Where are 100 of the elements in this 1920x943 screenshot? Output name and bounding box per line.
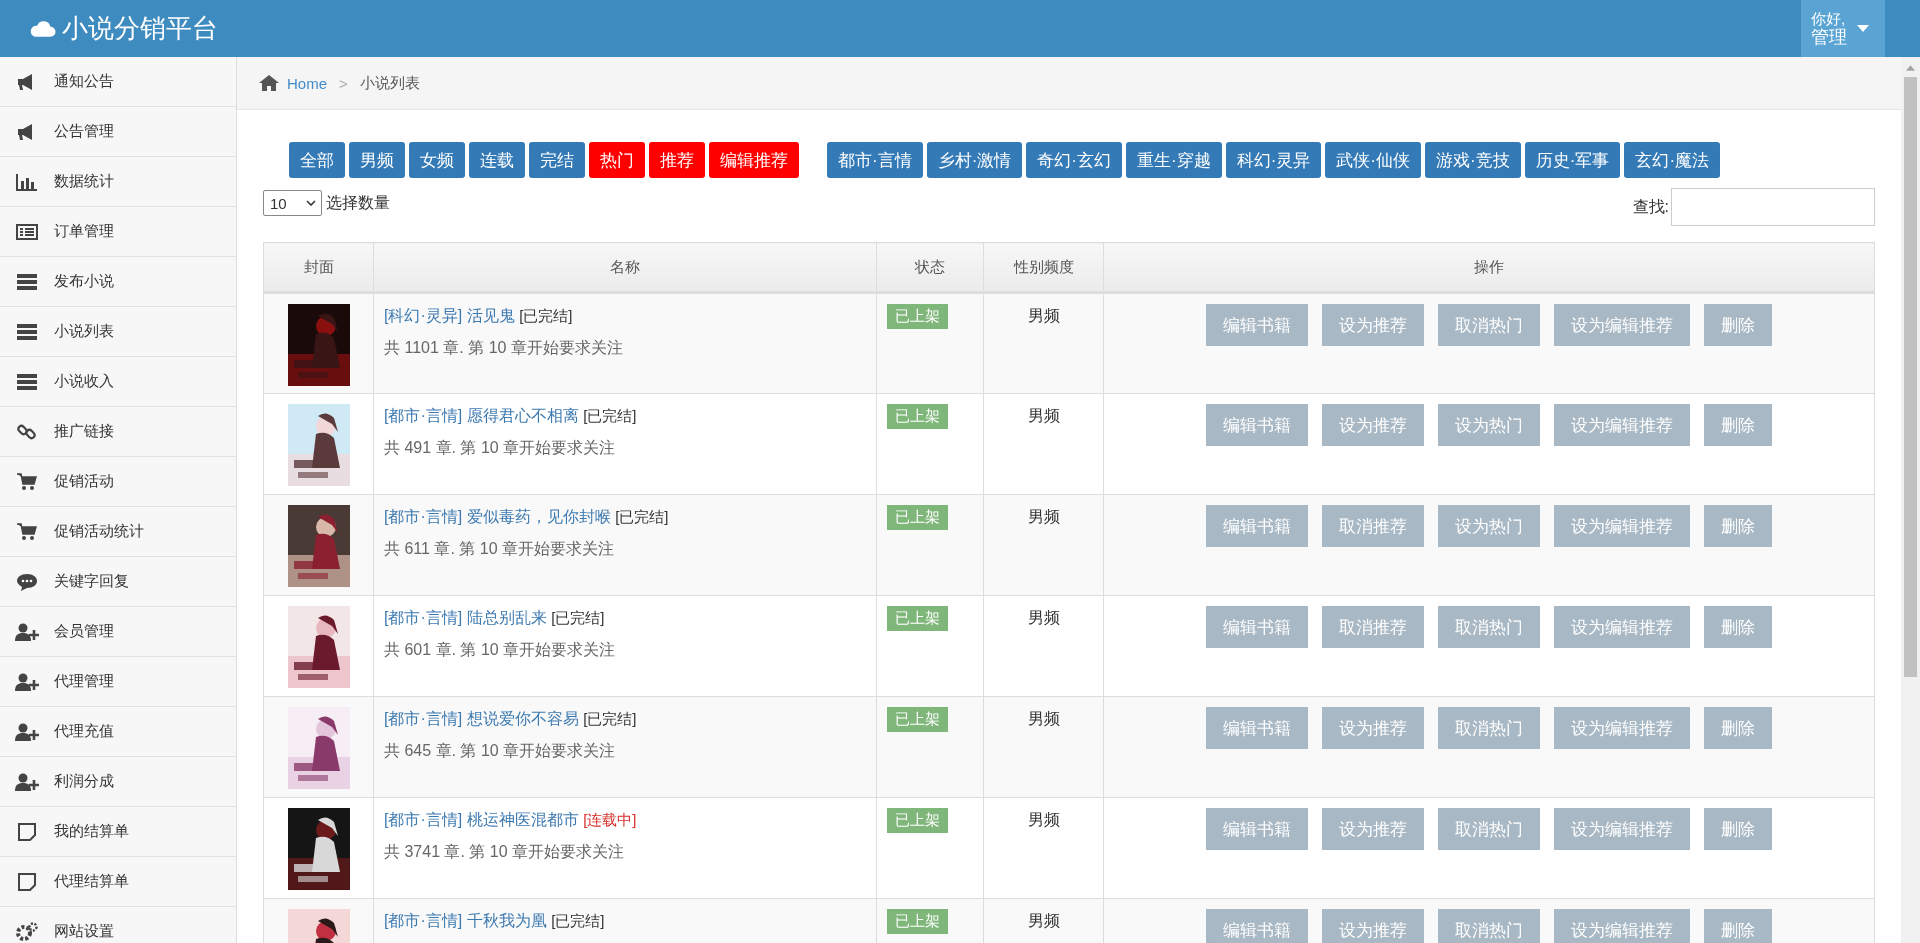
- sidebar-item[interactable]: 小说列表: [0, 307, 236, 357]
- filter-button[interactable]: 玄幻·魔法: [1624, 142, 1721, 178]
- sidebar-item[interactable]: 公告管理: [0, 107, 236, 157]
- filter-button[interactable]: 奇幻·玄幻: [1026, 142, 1122, 178]
- filter-button[interactable]: 历史·军事: [1524, 142, 1621, 178]
- action-button[interactable]: 编辑书籍: [1206, 606, 1308, 648]
- cart-icon: [17, 472, 37, 491]
- column-header: 封面: [263, 242, 374, 293]
- filter-button[interactable]: 完结: [529, 142, 585, 178]
- action-button[interactable]: 设为推荐: [1322, 909, 1424, 943]
- filter-button[interactable]: 编辑推荐: [709, 142, 799, 178]
- sidebar-item[interactable]: 通知公告: [0, 57, 236, 107]
- sidebar-item[interactable]: 会员管理: [0, 607, 236, 657]
- sidebar-item[interactable]: 数据统计: [0, 157, 236, 207]
- chapter-info: 共 3741 章. 第 10 章开始要求关注: [384, 842, 626, 862]
- breadcrumb-current: 小说列表: [359, 73, 420, 93]
- filter-button[interactable]: 都市·言情: [827, 142, 923, 178]
- filter-button[interactable]: 女频: [409, 142, 465, 178]
- filter-button[interactable]: 科幻·灵异: [1225, 142, 1322, 178]
- action-button[interactable]: 设为编辑推荐: [1554, 304, 1690, 346]
- sidebar-item[interactable]: 代理结算单: [0, 857, 236, 907]
- filter-button[interactable]: 重生·穿越: [1126, 142, 1222, 178]
- book-title: [都市·言情] 陆总别乱来 [已完结]: [384, 608, 606, 628]
- action-button[interactable]: 取消热门: [1438, 606, 1540, 648]
- action-button[interactable]: 删除: [1704, 505, 1772, 547]
- action-button[interactable]: 删除: [1704, 808, 1772, 850]
- add-user-icon: [15, 672, 39, 691]
- filter-button[interactable]: 乡村·激情: [926, 142, 1023, 178]
- action-button[interactable]: 取消推荐: [1322, 606, 1424, 648]
- action-button[interactable]: 编辑书籍: [1206, 505, 1308, 547]
- page-size-select[interactable]: 10: [263, 190, 322, 216]
- action-button[interactable]: 设为推荐: [1322, 707, 1424, 749]
- book-title: [都市·言情] 桃运神医混都市 [连载中]: [384, 810, 638, 830]
- action-button[interactable]: 设为推荐: [1322, 304, 1424, 346]
- filter-button[interactable]: 推荐: [649, 142, 705, 178]
- sidebar-item[interactable]: 网站设置: [0, 907, 236, 943]
- action-button[interactable]: 编辑书籍: [1206, 808, 1308, 850]
- action-button[interactable]: 编辑书籍: [1206, 707, 1308, 749]
- sidebar-item[interactable]: 关键字回复: [0, 557, 236, 607]
- table-cell: 男频: [1027, 307, 1060, 324]
- sidebar-item[interactable]: 我的结算单: [0, 807, 236, 857]
- sidebar-item[interactable]: 发布小说: [0, 257, 236, 307]
- filter-button[interactable]: 游戏·竞技: [1425, 142, 1521, 178]
- action-button[interactable]: 设为推荐: [1322, 404, 1424, 446]
- action-button[interactable]: 设为热门: [1438, 505, 1540, 547]
- action-button[interactable]: 取消热门: [1438, 304, 1540, 346]
- status-badge: 已上架: [887, 606, 948, 631]
- list-icon: [16, 223, 38, 240]
- server-icon: [16, 273, 38, 290]
- filter-button[interactable]: 热门: [589, 142, 645, 178]
- book-title: [都市·言情] 爱似毒药，见你封喉 [已完结]: [384, 507, 670, 527]
- action-button[interactable]: 设为热门: [1438, 404, 1540, 446]
- action-button[interactable]: 删除: [1704, 606, 1772, 648]
- table-cell: 男频: [1027, 710, 1060, 727]
- sidebar-item[interactable]: 促销活动: [0, 457, 236, 507]
- status-badge: 已上架: [887, 404, 948, 429]
- add-user-icon: [15, 722, 39, 741]
- action-button[interactable]: 设为推荐: [1322, 808, 1424, 850]
- action-button[interactable]: 设为编辑推荐: [1554, 606, 1690, 648]
- search-field[interactable]: [1671, 188, 1875, 226]
- book-title: [科幻·灵异] 活见鬼 [已完结]: [384, 306, 574, 326]
- action-button[interactable]: 设为编辑推荐: [1554, 505, 1690, 547]
- filter-button[interactable]: 男频: [349, 142, 405, 178]
- action-button[interactable]: 删除: [1704, 909, 1772, 943]
- page-size-label: 选择数量: [326, 192, 390, 213]
- server-icon: [16, 323, 38, 340]
- action-button[interactable]: 取消推荐: [1322, 505, 1424, 547]
- status-badge: 已上架: [887, 808, 948, 833]
- action-button[interactable]: 编辑书籍: [1206, 404, 1308, 446]
- action-button[interactable]: 取消热门: [1438, 707, 1540, 749]
- action-button[interactable]: 设为编辑推荐: [1554, 909, 1690, 943]
- action-button[interactable]: 取消热门: [1438, 909, 1540, 943]
- sidebar-item[interactable]: 代理充值: [0, 707, 236, 757]
- sidebar-item[interactable]: 订单管理: [0, 207, 236, 257]
- add-user-icon: [15, 622, 39, 641]
- action-button[interactable]: 删除: [1704, 707, 1772, 749]
- note-icon: [18, 822, 36, 841]
- filter-button[interactable]: 武侠·仙侠: [1325, 142, 1422, 178]
- user-menu-button[interactable]: 你好, 管理: [1801, 0, 1885, 57]
- column-header: 操作: [1103, 242, 1875, 293]
- action-button[interactable]: 取消热门: [1438, 808, 1540, 850]
- filter-button[interactable]: 全部: [289, 142, 345, 178]
- cloud-icon: [30, 19, 56, 38]
- action-button[interactable]: 设为编辑推荐: [1554, 404, 1690, 446]
- action-button[interactable]: 设为编辑推荐: [1554, 808, 1690, 850]
- action-button[interactable]: 设为编辑推荐: [1554, 707, 1690, 749]
- sidebar-item[interactable]: 小说收入: [0, 357, 236, 407]
- action-button[interactable]: 编辑书籍: [1206, 304, 1308, 346]
- action-button[interactable]: 编辑书籍: [1206, 909, 1308, 943]
- scrollbar[interactable]: [1901, 57, 1920, 943]
- sidebar-item[interactable]: 代理管理: [0, 657, 236, 707]
- filter-button[interactable]: 连载: [469, 142, 525, 178]
- column-header: 状态: [876, 242, 984, 293]
- sidebar-item[interactable]: 利润分成: [0, 757, 236, 807]
- table-cell: 男频: [1027, 407, 1060, 424]
- action-button[interactable]: 删除: [1704, 404, 1772, 446]
- sidebar-item[interactable]: 促销活动统计: [0, 507, 236, 557]
- sidebar-item[interactable]: 推广链接: [0, 407, 236, 457]
- action-button[interactable]: 删除: [1704, 304, 1772, 346]
- home-link[interactable]: Home: [287, 74, 327, 92]
